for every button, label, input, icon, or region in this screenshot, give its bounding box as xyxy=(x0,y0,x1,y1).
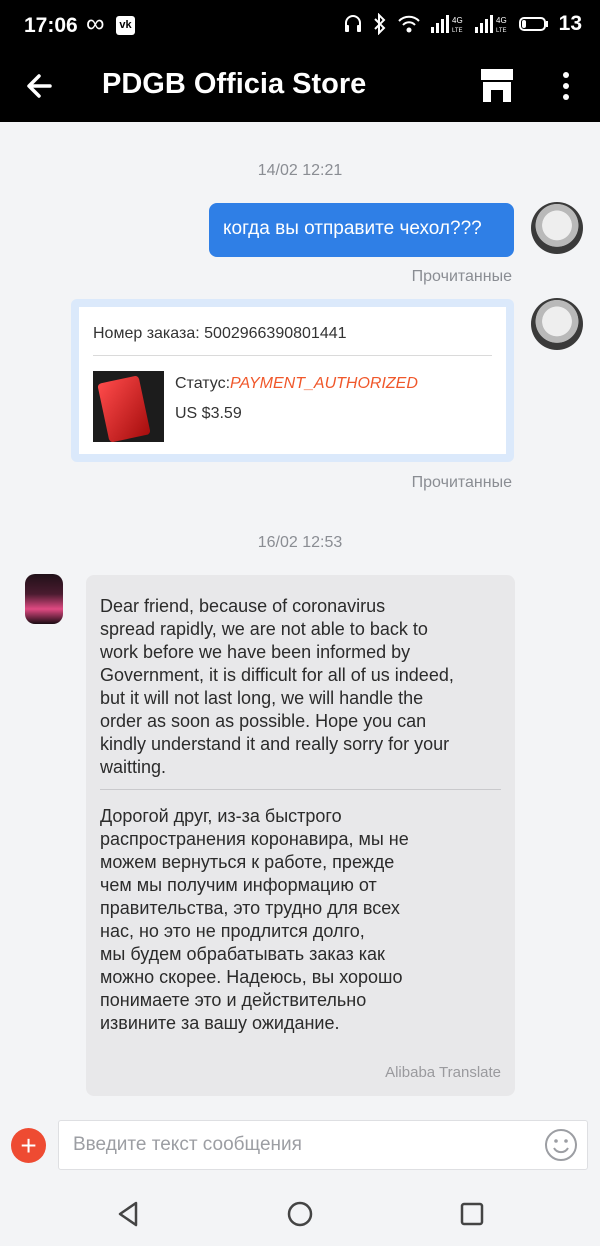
read-status: Прочитанные xyxy=(411,268,512,285)
app-header: PDGB Officia Store xyxy=(0,52,600,122)
seller-avatar[interactable] xyxy=(25,574,63,624)
battery-icon xyxy=(518,17,548,31)
original-message-text: Dear friend, because of coronavirus spre… xyxy=(100,596,454,777)
order-card[interactable]: Номер заказа: 5002966390801441 Статус:PA… xyxy=(71,299,514,462)
chat-area[interactable]: 14/02 12:21 когда вы отправите чехол??? … xyxy=(0,122,600,1110)
divider xyxy=(100,789,501,790)
store-icon xyxy=(481,69,513,102)
smiley-icon[interactable] xyxy=(544,1128,578,1162)
svg-text:4G: 4G xyxy=(496,16,507,25)
home-circle-icon[interactable] xyxy=(285,1199,315,1229)
order-number-line: Номер заказа: 5002966390801441 xyxy=(93,325,347,343)
attach-button[interactable]: + xyxy=(11,1128,46,1163)
outgoing-message[interactable]: когда вы отправите чехол??? xyxy=(209,203,514,257)
infinity-icon: ∞ xyxy=(86,8,105,38)
message-input-container xyxy=(58,1120,588,1170)
svg-text:4G: 4G xyxy=(452,16,463,25)
status-value: PAYMENT_AUTHORIZED xyxy=(230,375,418,392)
incoming-message[interactable]: Dear friend, because of coronavirus spre… xyxy=(86,575,515,1096)
bluetooth-icon xyxy=(373,13,386,35)
headphones-icon xyxy=(344,15,361,32)
message-input[interactable] xyxy=(59,1121,545,1169)
message-input-bar: + xyxy=(0,1110,600,1180)
order-status-line: Статус:PAYMENT_AUTHORIZED xyxy=(175,375,418,393)
order-price: US $3.59 xyxy=(175,405,242,422)
message-timestamp: 16/02 12:53 xyxy=(257,534,343,551)
back-triangle-icon[interactable] xyxy=(114,1199,144,1229)
order-number: 5002966390801441 xyxy=(204,325,347,342)
status-icons: 4G LTE 4G LTE 13 xyxy=(343,12,582,36)
page-title: PDGB Officia Store xyxy=(102,68,367,100)
avatar[interactable] xyxy=(531,202,583,254)
more-vertical-icon xyxy=(563,72,569,100)
more-menu-button[interactable] xyxy=(554,66,578,106)
svg-text:LTE: LTE xyxy=(452,28,463,34)
signal-4g-icon: 4G LTE xyxy=(474,15,507,34)
translated-message-text: Дорогой друг, из-за быстрого распростран… xyxy=(100,806,409,1033)
status-bar: 17:06 ∞ vk 4G LTE 4G LTE 13 xyxy=(0,0,600,52)
store-button[interactable] xyxy=(478,66,516,106)
avatar[interactable] xyxy=(531,298,583,350)
status-label: Статус: xyxy=(175,375,231,392)
arrow-left-icon xyxy=(27,74,52,98)
system-nav-bar xyxy=(0,1180,600,1246)
wifi-icon xyxy=(397,15,420,33)
svg-text:LTE: LTE xyxy=(496,28,507,34)
signal-4g-icon: 4G LTE xyxy=(430,15,463,34)
order-card-content: Номер заказа: 5002966390801441 Статус:PA… xyxy=(79,307,506,454)
recents-square-icon[interactable] xyxy=(457,1199,487,1229)
product-thumbnail[interactable] xyxy=(93,371,164,442)
battery-level: 13 xyxy=(558,12,582,35)
read-status: Прочитанные xyxy=(411,474,512,491)
plus-icon: + xyxy=(20,1130,37,1161)
message-timestamp: 14/02 12:21 xyxy=(257,162,343,179)
vk-icon: vk xyxy=(116,16,135,35)
back-button[interactable] xyxy=(20,66,60,106)
translate-source: Alibaba Translate xyxy=(385,1064,501,1081)
divider xyxy=(93,355,492,356)
status-time: 17:06 xyxy=(24,14,78,37)
order-label: Номер заказа: xyxy=(93,325,200,342)
